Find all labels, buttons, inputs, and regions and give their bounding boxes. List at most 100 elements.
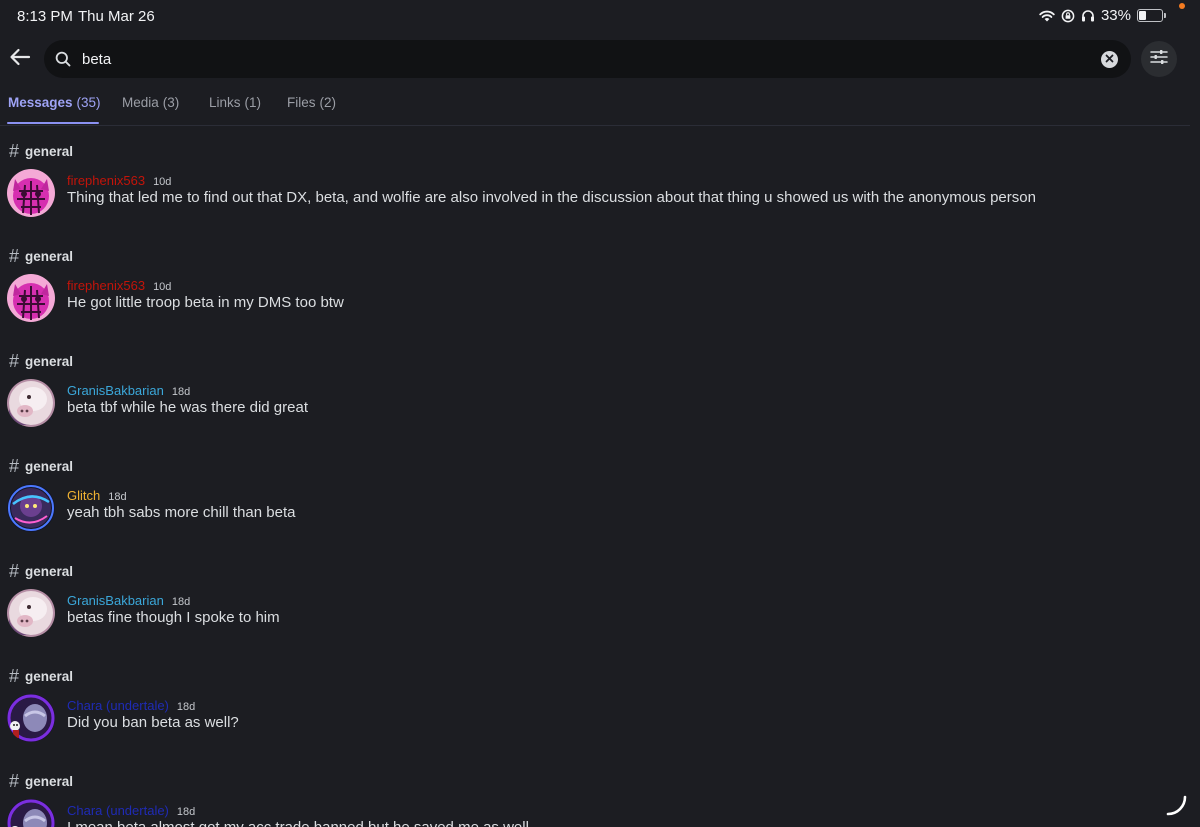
author-name[interactable]: Chara (undertale) [67, 803, 169, 818]
hash-icon: # [9, 666, 20, 686]
channel-name: general [25, 563, 74, 579]
headphones-icon [1081, 9, 1095, 22]
result-channel[interactable]: # general [9, 247, 73, 265]
result-channel[interactable]: # general [9, 457, 73, 475]
recording-indicator-dot [1179, 3, 1185, 9]
wifi-icon [1039, 10, 1055, 22]
message-meta: Chara (undertale) 18d [67, 803, 195, 818]
search-result-item[interactable]: # general GranisBakbarian 18d betas fine tho… [0, 546, 1190, 646]
author-name[interactable]: Glitch [67, 488, 100, 503]
status-indicators: 33% [1039, 7, 1166, 24]
avatar[interactable] [7, 379, 55, 427]
hash-icon: # [9, 771, 20, 791]
message-meta: firephenix563 10d [67, 278, 171, 293]
tab-label: Links [209, 95, 241, 110]
author-name[interactable]: GranisBakbarian [67, 593, 164, 608]
channel-name: general [25, 458, 74, 474]
tab-media[interactable]: Media (3) [122, 95, 179, 110]
avatar[interactable] [7, 484, 55, 532]
tab-label: Messages [8, 95, 73, 110]
hash-icon: # [9, 351, 20, 371]
search-result-tabs: Messages (35) Media (3) Links (1) Files (2) [0, 88, 1190, 126]
author-name[interactable]: Chara (undertale) [67, 698, 169, 713]
battery-icon [1137, 9, 1163, 22]
search-result-item[interactable]: # general GranisBakbarian 18d beta tbf while… [0, 336, 1190, 436]
search-results-list: # general firephenix563 10d Thing that led m… [0, 126, 1200, 827]
result-channel[interactable]: # general [9, 352, 73, 370]
hash-icon: # [9, 561, 20, 581]
message-meta: firephenix563 10d [67, 173, 171, 188]
avatar[interactable] [7, 169, 55, 217]
message-meta: GranisBakbarian 18d [67, 593, 190, 608]
tab-files[interactable]: Files (2) [287, 95, 336, 110]
message-text: betas fine though I spoke to him [67, 609, 280, 626]
channel-name: general [25, 248, 74, 264]
result-channel[interactable]: # general [9, 562, 73, 580]
orientation-lock-icon [1061, 9, 1075, 23]
channel-name: general [25, 668, 74, 684]
message-timestamp: 18d [176, 701, 196, 713]
arrow-left-icon [9, 48, 31, 71]
message-text: Did you ban beta as well? [67, 714, 239, 731]
search-result-item[interactable]: # general firephenix563 10d He got little tr… [0, 231, 1190, 331]
message-timestamp: 18d [108, 491, 127, 503]
tab-label: Files [287, 95, 316, 110]
message-meta: GranisBakbarian 18d [67, 383, 190, 398]
tab-count: (3) [162, 95, 180, 110]
avatar[interactable] [7, 274, 55, 322]
status-bar: 8:13 PM Thu Mar 26 33% [0, 0, 1200, 32]
channel-name: general [25, 353, 74, 369]
battery-tip [1164, 13, 1166, 18]
result-channel[interactable]: # general [9, 772, 73, 790]
status-date: Thu Mar 26 [78, 8, 155, 25]
message-text: beta tbf while he was there did great [67, 399, 308, 416]
message-timestamp: 10d [153, 281, 172, 293]
back-button[interactable] [6, 45, 34, 73]
channel-name: general [25, 143, 74, 159]
hash-icon: # [9, 246, 20, 266]
message-timestamp: 18d [176, 806, 196, 818]
message-timestamp: 18d [171, 386, 191, 398]
status-time: 8:13 PM [17, 8, 73, 25]
avatar[interactable] [7, 589, 55, 637]
close-icon [1105, 50, 1114, 68]
hash-icon: # [9, 456, 20, 476]
message-text: I mean beta almost got my acc trade bann… [67, 819, 529, 827]
tab-count: (1) [244, 95, 262, 110]
search-input[interactable] [80, 49, 1101, 69]
message-meta: Chara (undertale) 18d [67, 698, 195, 713]
message-text: He got little troop beta in my DMS too b… [67, 294, 344, 311]
message-timestamp: 18d [171, 596, 191, 608]
search-result-item[interactable]: # general firephenix563 10d Thing that led m… [0, 126, 1190, 226]
avatar[interactable] [7, 799, 55, 827]
message-text: Thing that led me to find out that DX, b… [67, 189, 1036, 206]
tab-count: (2) [319, 95, 337, 110]
loading-spinner-icon [1166, 794, 1188, 821]
tab-messages[interactable]: Messages (35) [8, 95, 101, 110]
search-header [0, 38, 1200, 80]
tab-label: Media [122, 95, 159, 110]
search-result-item[interactable]: # general Chara (undertale) 18dI mean beta … [0, 756, 1190, 827]
clear-search-button[interactable] [1101, 50, 1118, 68]
search-bar[interactable] [44, 40, 1131, 78]
search-filter-button[interactable] [1141, 41, 1177, 77]
author-name[interactable]: firephenix563 [67, 173, 145, 188]
message-meta: Glitch 18d [67, 488, 127, 503]
search-result-item[interactable]: # general Chara (undertale) 18d Did you ban … [0, 651, 1190, 751]
author-name[interactable]: firephenix563 [67, 278, 145, 293]
tab-links[interactable]: Links (1) [209, 95, 261, 110]
tab-count: (35) [76, 95, 101, 110]
hash-icon: # [9, 141, 20, 161]
avatar[interactable] [7, 694, 55, 742]
author-name[interactable]: GranisBakbarian [67, 383, 164, 398]
message-timestamp: 10d [153, 176, 172, 188]
result-channel[interactable]: # general [9, 142, 73, 160]
message-text: yeah tbh sabs more chill than beta [67, 504, 296, 521]
channel-name: general [25, 773, 74, 789]
search-result-item[interactable]: # general Glitch 18d yeah tbh sabs more chil… [0, 441, 1190, 541]
search-icon [55, 50, 73, 68]
result-channel[interactable]: # general [9, 667, 73, 685]
sliders-icon [1150, 49, 1168, 70]
active-tab-indicator [7, 122, 99, 124]
battery-percent: 33% [1100, 7, 1131, 24]
